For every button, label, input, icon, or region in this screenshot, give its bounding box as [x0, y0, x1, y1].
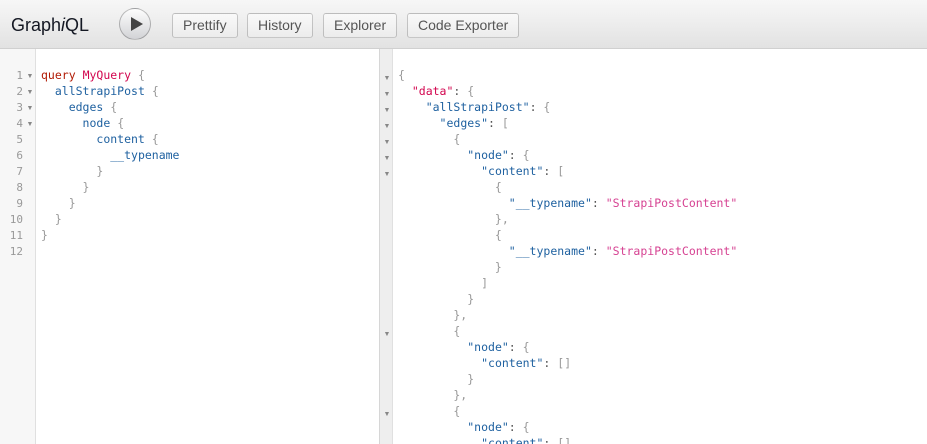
query-editor[interactable]: 1 2 3 4 5 6 7 8 9 10 11 12 ▼ ▼ ▼ ▼ query… — [0, 49, 380, 444]
fold-arrow-icon[interactable]: ▼ — [26, 89, 34, 96]
code-line: __typename — [110, 148, 180, 162]
line-number: 10 — [9, 213, 23, 226]
code-line: allStrapiPost { — [54, 84, 159, 98]
result-line: }, — [398, 212, 509, 226]
result-line: { — [398, 404, 461, 418]
code-line: } — [41, 228, 48, 242]
line-number: 8 — [16, 181, 23, 194]
code-line: } — [41, 212, 62, 226]
code-exporter-button[interactable]: Code Exporter — [407, 13, 520, 38]
result-line: "content": [ — [481, 164, 565, 178]
result-line: "data": { — [411, 84, 475, 98]
fold-arrow-icon[interactable]: ▼ — [383, 155, 391, 162]
fold-arrow-icon[interactable]: ▼ — [383, 107, 391, 114]
line-number: 12 — [9, 245, 23, 258]
result-fold-gutter: ▼ ▼ ▼ ▼ ▼ ▼ ▼ ▼ ▼ — [380, 49, 393, 444]
result-line: "__typename": "StrapiPostContent" — [508, 196, 738, 210]
history-button[interactable]: History — [247, 13, 313, 38]
result-line: "node": { — [467, 340, 530, 354]
fold-arrow-icon[interactable]: ▼ — [383, 123, 391, 130]
explorer-button[interactable]: Explorer — [323, 13, 398, 38]
code-line: node { — [82, 116, 125, 130]
result-viewer: { "data": { "allStrapiPost": { "edges": … — [393, 49, 927, 444]
prettify-button[interactable]: Prettify — [172, 13, 238, 38]
code-line: content { — [96, 132, 159, 146]
fold-arrow-icon[interactable]: ▼ — [26, 105, 34, 112]
fold-arrow-icon[interactable]: ▼ — [383, 91, 391, 98]
result-line: "__typename": "StrapiPostContent" — [508, 244, 738, 258]
line-number: 9 — [16, 197, 23, 210]
result-line: } — [398, 292, 475, 306]
line-number: 3 — [16, 101, 23, 114]
play-icon — [131, 17, 143, 31]
app-title: GraphiQL — [11, 15, 90, 35]
code-line: } — [41, 180, 90, 194]
execute-query-button[interactable] — [119, 8, 151, 40]
result-line: } — [398, 260, 502, 274]
line-number: 1 — [16, 69, 23, 82]
result-line: "edges": [ — [439, 116, 509, 130]
result-line: "content": [] — [481, 356, 572, 370]
fold-arrow-icon[interactable]: ▼ — [383, 75, 391, 82]
result-line: { — [398, 228, 502, 242]
line-number: 7 — [16, 165, 23, 178]
result-line: }, — [398, 308, 468, 322]
line-number: 6 — [16, 149, 23, 162]
result-line: { — [398, 132, 461, 146]
result-line: { — [398, 180, 502, 194]
fold-arrow-icon[interactable]: ▼ — [383, 331, 391, 338]
result-line: } — [398, 372, 475, 386]
result-line: "node": { — [467, 420, 530, 434]
code-line: edges { — [68, 100, 118, 114]
code-line: query MyQuery { — [41, 68, 145, 82]
line-number: 5 — [16, 133, 23, 146]
fold-arrow-icon[interactable]: ▼ — [383, 139, 391, 146]
line-number: 2 — [16, 85, 23, 98]
result-line: "content": [] — [481, 436, 572, 444]
code-line: } — [41, 196, 76, 210]
fold-arrow-icon[interactable]: ▼ — [383, 171, 391, 178]
line-number-gutter: 1 2 3 4 5 6 7 8 9 10 11 12 ▼ ▼ ▼ ▼ — [0, 49, 36, 444]
fold-arrow-icon[interactable]: ▼ — [26, 121, 34, 128]
result-line: { — [398, 68, 405, 82]
fold-arrow-icon[interactable]: ▼ — [383, 411, 391, 418]
line-number: 4 — [16, 117, 23, 130]
result-line: "allStrapiPost": { — [425, 100, 551, 114]
code-line: } — [41, 164, 104, 178]
result-line: "node": { — [467, 148, 530, 162]
result-line: { — [398, 324, 461, 338]
line-number: 11 — [9, 229, 23, 242]
result-line: ] — [398, 276, 489, 290]
fold-arrow-icon[interactable]: ▼ — [26, 73, 34, 80]
toolbar: GraphiQL Prettify History Explorer Code … — [0, 0, 927, 49]
result-line: }, — [398, 388, 468, 402]
